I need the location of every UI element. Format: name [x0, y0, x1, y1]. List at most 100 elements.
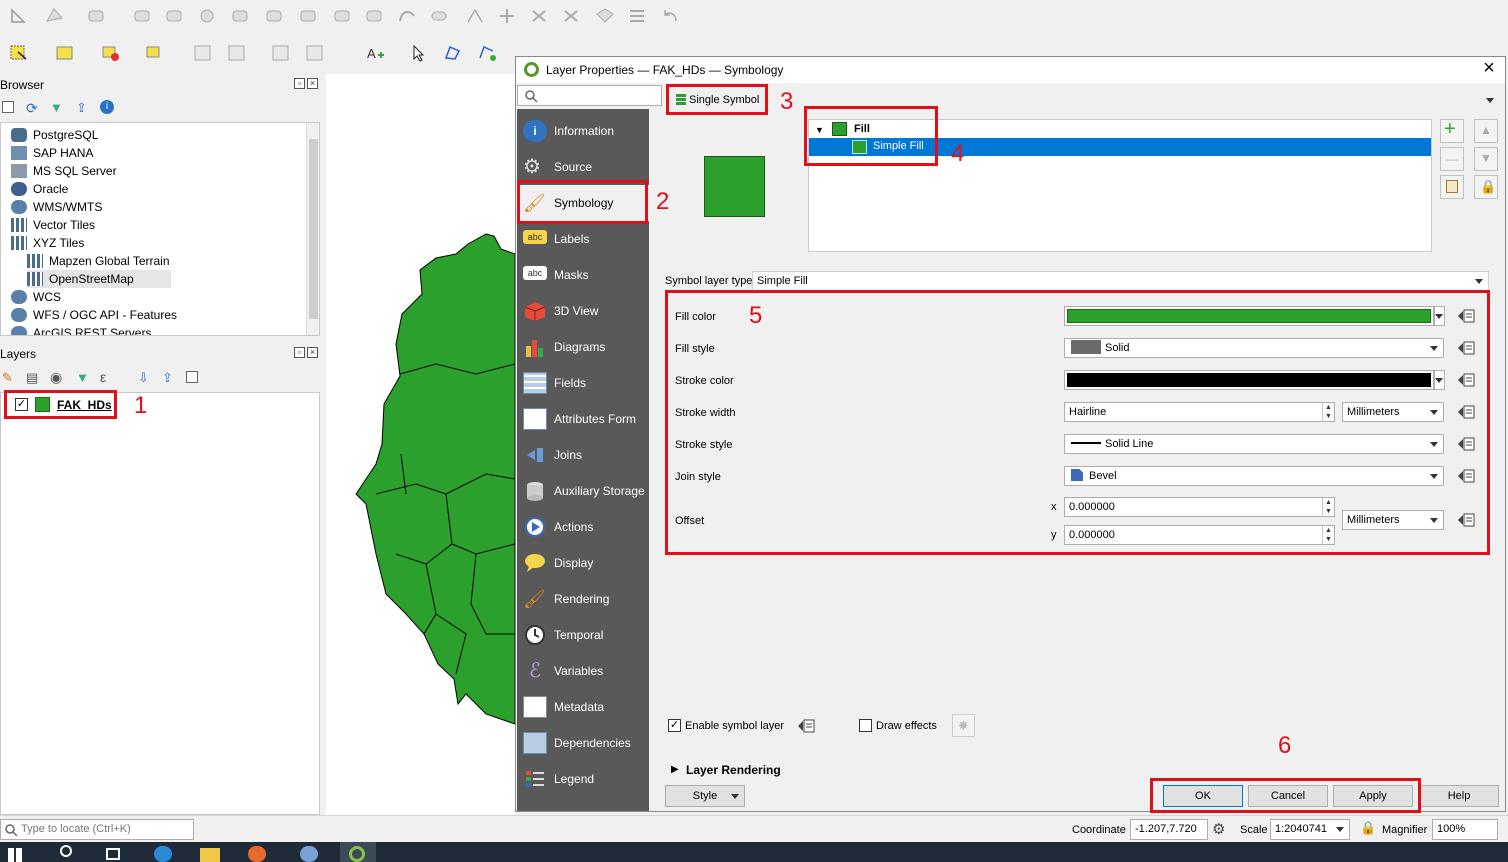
browser-item-wfs[interactable]: WFS / OGC API - Features — [11, 306, 177, 324]
move-up-button[interactable]: ▲ — [1474, 119, 1498, 143]
edit-tool-icon-11[interactable] — [428, 6, 450, 26]
offset-y-spinbox[interactable]: 0.000000 ▲ ▼ — [1064, 525, 1335, 545]
firefox-icon[interactable] — [248, 846, 266, 862]
browser-item-mssql[interactable]: MS SQL Server — [11, 162, 117, 180]
remove-layer-icon[interactable] — [186, 371, 198, 383]
layer-rendering-expand-icon[interactable]: ▶ — [671, 764, 679, 775]
digitize-icon[interactable] — [8, 6, 30, 26]
map-canvas[interactable] — [326, 74, 516, 815]
help-button[interactable]: Help — [1419, 785, 1499, 807]
browser-item-mapzen[interactable]: Mapzen Global Terrain — [27, 252, 170, 270]
browser-scrollbar[interactable] — [306, 123, 319, 335]
tab-actions[interactable]: Actions — [517, 509, 649, 545]
label-tool-icon[interactable]: A — [364, 43, 386, 63]
fill-color-dropdown[interactable] — [1434, 306, 1445, 326]
spin-arrows-icon[interactable]: ▲ ▼ — [1322, 526, 1334, 544]
tab-attributes-form[interactable]: Attributes Form — [517, 401, 649, 437]
edit-tool-icon-10[interactable] — [396, 6, 418, 26]
symbol-layer-tree[interactable]: ▼ Fill Simple Fill — [808, 119, 1432, 252]
edit-tool-icon-9[interactable] — [364, 6, 386, 26]
edit-tool-icon-14[interactable] — [528, 6, 550, 26]
data-defined-override-icon[interactable] — [1455, 338, 1477, 358]
layer-rendering-header[interactable]: Layer Rendering — [686, 763, 781, 777]
tree-root-label[interactable]: Fill — [854, 123, 870, 135]
stroke-width-unit-combo[interactable]: Millimeters — [1342, 402, 1444, 422]
lock-scale-icon[interactable]: 🔒 — [1360, 820, 1376, 836]
offset-x-spinbox[interactable]: 0.000000 ▲ ▼ — [1064, 497, 1335, 517]
data-defined-override-icon[interactable] — [1455, 370, 1477, 390]
tab-legend[interactable]: Legend — [517, 761, 649, 797]
data-defined-override-icon[interactable] — [795, 716, 817, 736]
cancel-button[interactable]: Cancel — [1248, 785, 1328, 807]
tab-masks[interactable]: abc Masks — [517, 257, 649, 293]
tab-dependencies[interactable]: Dependencies — [517, 725, 649, 761]
deselect-icon[interactable] — [100, 43, 122, 63]
tab-metadata[interactable]: Metadata — [517, 689, 649, 725]
fill-style-combo[interactable]: Solid — [1064, 338, 1444, 358]
layer-name[interactable]: FAK_HDs — [57, 398, 112, 412]
browser-item-postgresql[interactable]: PostgreSQL — [11, 126, 98, 144]
edit-tool-icon-5[interactable] — [230, 6, 252, 26]
enable-symbol-layer-checkbox[interactable]: ✓ — [668, 719, 681, 732]
tab-labels[interactable]: abc Labels — [517, 221, 649, 257]
style-icon[interactable]: ✎ — [2, 370, 13, 386]
tab-symbology[interactable]: 🖌 Symbology — [517, 185, 649, 221]
edit-tool-icon-6[interactable] — [264, 6, 286, 26]
file-explorer-icon[interactable] — [200, 848, 220, 862]
edit-tool-icon-3[interactable] — [164, 6, 186, 26]
windows-start-icon[interactable] — [8, 848, 22, 862]
refresh-icon[interactable]: ⟳ — [26, 100, 38, 117]
remove-symbol-layer-button[interactable]: — — [1440, 147, 1464, 171]
stroke-color-dropdown[interactable] — [1434, 370, 1445, 390]
ok-button[interactable]: OK — [1163, 785, 1243, 807]
annotation-icon[interactable] — [304, 43, 326, 63]
edge-browser-icon[interactable] — [154, 846, 172, 862]
browser-item-sap-hana[interactable]: SAP HANA — [11, 144, 93, 162]
fill-color-button[interactable] — [1064, 306, 1434, 326]
measure-icon[interactable] — [270, 43, 292, 63]
coordinate-field[interactable]: -1.207,7.720 — [1130, 819, 1208, 840]
lock-button[interactable]: 🔒 — [1474, 175, 1498, 199]
symbol-layer-type-combo[interactable]: Simple Fill — [752, 271, 1489, 291]
layers-tree[interactable]: ✓ FAK_HDs — [0, 392, 320, 815]
edit-tool-icon-13[interactable] — [496, 6, 518, 26]
tab-auxiliary-storage[interactable]: Auxiliary Storage — [517, 473, 649, 509]
browser-item-wms[interactable]: WMS/WMTS — [11, 198, 102, 216]
edit-tool-icon-12[interactable] — [464, 6, 486, 26]
filter-icon[interactable]: ▼ — [50, 100, 63, 115]
browser-item-osm[interactable]: OpenStreetMap — [27, 270, 171, 288]
style-button[interactable]: Style — [665, 785, 745, 807]
select-polygon-icon[interactable] — [144, 43, 166, 63]
tree-child-row[interactable]: Simple Fill — [809, 138, 1431, 156]
tab-diagrams[interactable]: Diagrams — [517, 329, 649, 365]
layer-visibility-checkbox[interactable]: ✓ — [15, 398, 28, 411]
toggle-extents-icon[interactable]: ⚙ — [1212, 820, 1225, 838]
edit-tool-icon-4[interactable] — [196, 6, 218, 26]
browser-dock-buttons[interactable]: ▫ × — [292, 78, 318, 89]
offset-unit-combo[interactable]: Millimeters — [1342, 510, 1444, 530]
browser-item-wcs[interactable]: WCS — [11, 288, 61, 306]
qgis-app-icon[interactable] — [340, 842, 376, 862]
pointer-tool-icon[interactable] — [408, 43, 430, 63]
stroke-color-button[interactable] — [1064, 370, 1434, 390]
layer-row[interactable]: ✓ FAK_HDs — [15, 396, 315, 414]
filter-icon[interactable]: ▼ — [76, 370, 89, 385]
edit-tool-icon-2[interactable] — [132, 6, 154, 26]
tree-expand-icon[interactable]: ▼ — [815, 125, 824, 135]
sidebar-search-input[interactable] — [517, 85, 662, 106]
undo-icon[interactable] — [660, 6, 682, 26]
data-defined-override-icon[interactable] — [1455, 434, 1477, 454]
duplicate-button[interactable] — [1440, 175, 1464, 199]
locate-search-input[interactable]: Type to locate (Ctrl+K) — [0, 819, 194, 840]
data-defined-override-icon[interactable] — [1455, 510, 1477, 530]
tab-information[interactable]: i Information — [517, 113, 649, 149]
edit-tool-icon-15[interactable] — [560, 6, 582, 26]
edit-tool-icon-16[interactable] — [594, 6, 616, 26]
search-icon[interactable] — [60, 845, 72, 857]
add-polygon-icon[interactable] — [44, 6, 66, 26]
draw-effects-checkbox[interactable] — [859, 719, 872, 732]
join-style-combo[interactable]: Bevel — [1064, 466, 1444, 486]
info-icon[interactable]: i — [100, 100, 114, 114]
browser-tree[interactable]: PostgreSQL SAP HANA MS SQL Server Oracle… — [0, 122, 320, 336]
effects-star-button[interactable]: ✸ — [952, 714, 975, 737]
